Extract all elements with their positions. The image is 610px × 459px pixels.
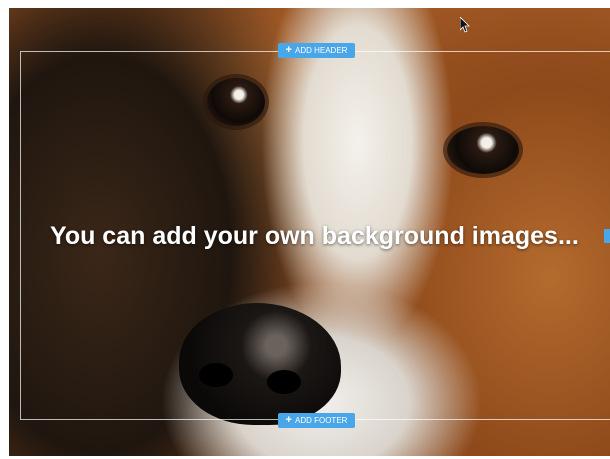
section-side-handle[interactable] [604,229,610,243]
add-header-button[interactable]: + ADD HEADER [278,43,355,58]
add-footer-button[interactable]: + ADD FOOTER [278,413,355,428]
section-heading[interactable]: You can add your own background images..… [50,218,590,254]
plus-icon: + [285,44,292,56]
editor-stage: + ADD HEADER You can add your own backgr… [0,0,610,459]
add-header-label: ADD HEADER [294,46,348,55]
plus-icon: + [285,414,292,426]
add-footer-label: ADD FOOTER [294,416,348,425]
mouse-cursor-icon [460,17,470,33]
